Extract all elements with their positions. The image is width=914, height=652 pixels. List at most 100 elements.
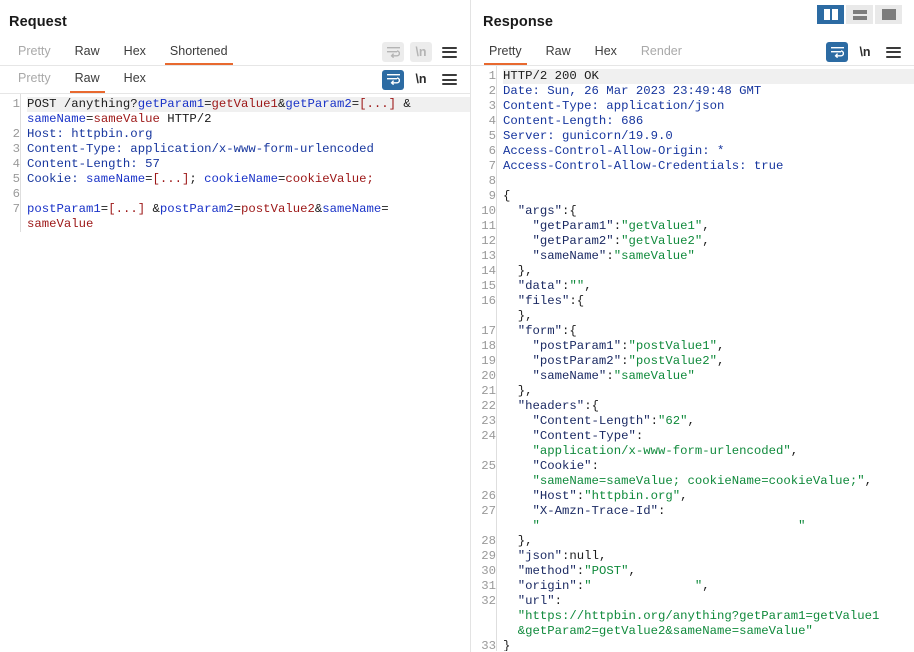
code-line: "files":{ — [503, 294, 914, 309]
newline-icon[interactable]: \n — [410, 70, 432, 90]
code-line: Server: gunicorn/19.9.0 — [503, 129, 914, 144]
line-number: 32 — [481, 594, 496, 608]
code-line: &getParam2=getValue2&sameName=sameValue" — [503, 624, 914, 639]
token-str: "application/x-www-form-urlencoded" — [503, 444, 791, 458]
line-number: 2 — [12, 127, 20, 141]
line-number — [471, 309, 496, 324]
line-number: 1 — [488, 69, 496, 83]
token-str: "getValue2" — [621, 234, 703, 248]
newline-icon[interactable]: \n — [410, 42, 432, 62]
menu-icon[interactable] — [882, 42, 904, 62]
menu-icon[interactable] — [438, 70, 460, 90]
tab-request-hex[interactable]: Hex — [112, 66, 158, 93]
request-outer-tabs: Pretty Raw Hex Shortened — [6, 39, 240, 65]
tab-request-pretty-outer[interactable]: Pretty — [6, 39, 63, 65]
code-line: postParam1=[...] &postParam2=postValue2&… — [27, 202, 470, 217]
word-wrap-icon[interactable] — [382, 42, 404, 62]
line-number: 4 — [488, 114, 496, 128]
token-punct: : — [606, 249, 614, 263]
token-str: "sameValue" — [613, 249, 695, 263]
token-str: "httpbin.org" — [584, 489, 681, 503]
menu-glyph — [441, 46, 457, 58]
token-key: "form" — [503, 324, 563, 338]
menu-icon[interactable] — [438, 42, 460, 62]
line-number: 10 — [481, 204, 496, 218]
tab-request-shortened[interactable]: Shortened — [158, 39, 240, 65]
line-number: 6 — [488, 144, 496, 158]
line-number: 2 — [488, 84, 496, 98]
code-line: "sameName":"sameValue" — [503, 369, 914, 384]
tab-request-raw-outer[interactable]: Raw — [63, 39, 112, 65]
token-str: "https://httpbin.org/anything?getParam1=… — [503, 609, 880, 623]
token-hdr: Content-Length: 686 — [503, 114, 644, 128]
line-number: 15 — [481, 279, 496, 293]
line-number: 16 — [481, 294, 496, 308]
request-outer-tabrow: Pretty Raw Hex Shortened \n — [0, 39, 470, 66]
layout-single-pane-button[interactable] — [875, 5, 902, 24]
token-str: "62" — [657, 414, 688, 428]
code-line: "sameName=sameValue; cookieName=cookieVa… — [503, 474, 914, 489]
token-blue: postParam2 — [159, 202, 234, 216]
word-wrap-glyph — [386, 74, 400, 85]
line-number: 19 — [481, 354, 496, 368]
split-horizontal-icon — [852, 9, 867, 20]
code-line: "postParam2":"postValue2", — [503, 354, 914, 369]
tab-response-pretty[interactable]: Pretty — [477, 39, 534, 65]
token-str: "postValue1" — [628, 339, 718, 353]
tab-response-hex[interactable]: Hex — [583, 39, 629, 65]
token-str: " " — [584, 579, 703, 593]
newline-label: \n — [415, 44, 427, 59]
line-number: 7 — [488, 159, 496, 173]
response-body-viewer[interactable]: 1 2 3 4 5 6 7 8 9 10 11 12 13 14 15 16 17 18 19 20 21 22 23 24 2… — [471, 66, 914, 651]
word-wrap-icon[interactable] — [382, 69, 404, 90]
token-plain: = — [233, 202, 242, 216]
token-plain: HTTP/2 — [159, 112, 212, 126]
tab-request-hex-outer[interactable]: Hex — [112, 39, 158, 65]
token-punct: :{ — [569, 294, 585, 308]
token-punct: : — [657, 504, 666, 518]
token-punct: , — [790, 444, 799, 458]
newline-icon[interactable]: \n — [854, 42, 876, 62]
token-punct: , — [628, 564, 636, 578]
code-line: "sameName":"sameValue" — [503, 249, 914, 264]
token-punct: , — [680, 489, 688, 503]
line-number: 29 — [481, 549, 496, 563]
code-line: "url": — [503, 594, 914, 609]
line-number: 33 — [481, 639, 496, 651]
token-str: "POST" — [584, 564, 629, 578]
token-punct: : — [635, 429, 644, 443]
code-line: "application/x-www-form-urlencoded", — [503, 444, 914, 459]
token-blue: getParam1 — [137, 97, 205, 111]
tab-request-raw[interactable]: Raw — [63, 66, 112, 93]
token-blue: postParam1 — [27, 202, 101, 216]
layout-split-horizontal-button[interactable] — [846, 5, 873, 24]
token-hdr: Access-Control-Allow-Origin: * — [503, 144, 725, 158]
token-punct: }, — [503, 309, 533, 323]
code-line: "getParam2":"getValue2", — [503, 234, 914, 249]
token-blue: cookieName — [204, 172, 278, 186]
layout-split-vertical-button[interactable] — [817, 5, 844, 24]
token-plain: & — [396, 97, 411, 111]
token-key: "postParam2" — [503, 354, 622, 368]
line-number: 28 — [481, 534, 496, 548]
line-number: 3 — [488, 99, 496, 113]
tab-request-pretty[interactable]: Pretty — [6, 66, 63, 93]
token-punct: , — [584, 279, 592, 293]
code-line: Host: httpbin.org — [27, 127, 470, 142]
code-line: "postParam1":"postValue1", — [503, 339, 914, 354]
word-wrap-icon[interactable] — [826, 42, 848, 62]
line-number: 26 — [481, 489, 496, 503]
word-wrap-glyph — [830, 46, 844, 58]
response-code: 1 2 3 4 5 6 7 8 9 10 11 12 13 14 15 16 17 18 19 20 21 22 23 24 2… — [471, 66, 914, 651]
tab-response-raw[interactable]: Raw — [534, 39, 583, 65]
token-key: "json" — [503, 549, 563, 563]
request-body-viewer[interactable]: 1234567 POST /anything?getParam1=getValu… — [0, 94, 470, 650]
line-number: 27 — [481, 504, 496, 518]
response-tabrow: Pretty Raw Hex Render \n — [471, 39, 914, 66]
token-blue: sameName — [322, 202, 382, 216]
token-punct: }, — [503, 264, 533, 278]
token-red: [...] — [108, 202, 146, 216]
token-key: "origin" — [503, 579, 577, 593]
tab-response-render[interactable]: Render — [629, 39, 694, 65]
